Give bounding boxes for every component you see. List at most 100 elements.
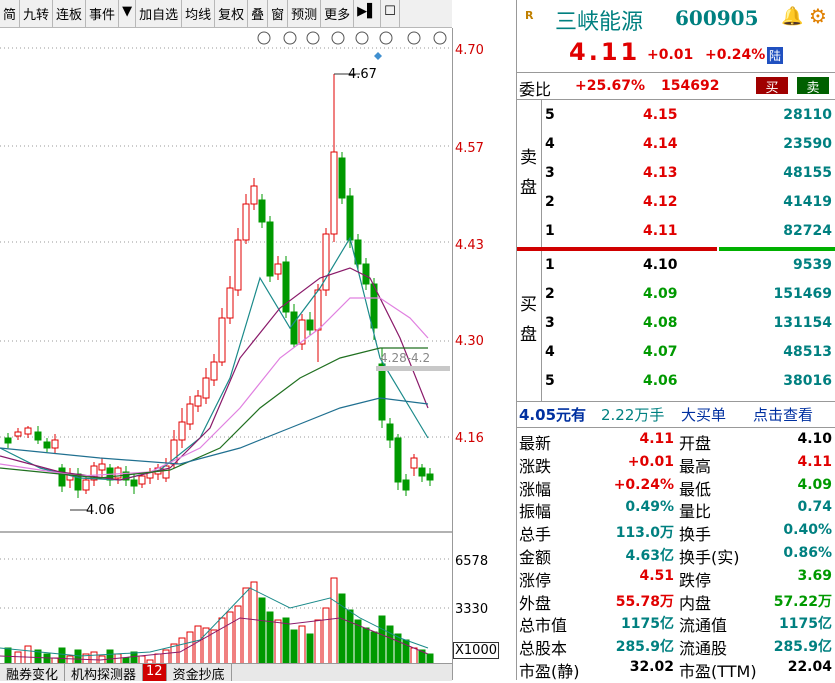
stat-value: 4.10 [797,431,832,447]
plus-circle-icon[interactable] [433,31,447,45]
stat-label: 内盘 [679,593,712,613]
bottom-tab[interactable]: 资金抄底 [167,664,232,683]
bottom-tabs: 融券变化 机构探测器 12 资金抄底 [0,663,452,683]
toolbar-item[interactable]: 预测 [288,0,322,27]
weibi-pct: +25.67% [575,78,646,94]
order-book-row[interactable]: 3 4.13 48155 [517,162,835,187]
stat-label: 市盈(TTM) [679,662,757,681]
stat-label: 流通值 [679,616,728,636]
candle [130,479,138,487]
stat-label: 涨跌 [519,456,552,476]
stock-name: 三峡能源 [555,10,644,35]
stat-label: 跌停 [679,570,712,590]
view-big-order-link[interactable]: 点击查看 [753,404,813,425]
level-price: 4.12 [643,194,678,210]
candle [258,199,266,223]
stat-row: 振幅 0.49% 量比 0.74 [517,498,835,523]
toolbar-item[interactable]: 叠 [248,0,269,27]
candle [306,319,314,331]
toolbar-item[interactable]: ▶▌ [354,0,382,27]
level-volume: 28110 [783,107,832,123]
eye-icon[interactable] [257,31,271,45]
bottom-tab[interactable]: 机构探测器 [65,664,144,683]
stat-value: 4.11 [797,453,832,470]
hand-icon[interactable] [283,31,297,45]
undo-icon[interactable] [331,31,345,45]
toolbar-item[interactable]: 九转 [20,0,54,27]
bottom-tab[interactable]: 12 [143,664,167,681]
spread-bar-red [517,247,717,251]
order-book-row[interactable]: 5 4.15 28110 [517,104,835,129]
order-book-row[interactable]: 5 4.06 38016 [517,370,835,395]
candle [226,287,234,319]
toolbar-item[interactable]: 窗 [268,0,289,27]
toolbar-item[interactable]: 简 [0,0,21,27]
stat-value: 0.49% [625,499,674,516]
order-book-row[interactable]: 4 4.14 23590 [517,133,835,158]
quote-header: R 三峡能源 600905 🔔 ⚙ 4.11 +0.01 +0.24% 陆 [517,0,835,72]
minus-circle-icon[interactable] [407,31,421,45]
toolbar-item[interactable]: ☐ [381,0,400,27]
big-order-price: 4.05元有 [519,406,587,424]
chart-toolbar: 简九转 连板 事件 ▼ 加自选 均线 复权叠窗预测 更多 ▶▌ ☐ [0,0,452,28]
candle [330,151,338,235]
weibi-row: 委比 +25.67% 154692 买 卖 [517,74,835,99]
candle [202,377,210,399]
scissors-icon[interactable] [355,31,369,45]
sell-button[interactable]: 卖 [797,77,829,96]
lock-icon[interactable] [379,31,393,45]
stat-row: 涨幅 +0.24% 最低 4.09 [517,476,835,501]
stat-value: 4.51 [639,567,674,584]
stat-value: 57.22万 [773,593,832,610]
toolbar-item[interactable]: 事件 [86,0,120,27]
candle [274,263,282,275]
level-volume: 82724 [783,223,832,239]
bell-icon[interactable]: 🔔 [781,6,803,27]
candle [43,441,51,449]
stat-label: 最高 [679,456,712,476]
kline-chart[interactable]: 4.28-4.2 4.67 4.06 [0,28,452,680]
level: 4 [545,136,555,152]
volume-tick-label: 6578 [455,554,489,569]
order-book-row[interactable]: 2 4.12 41419 [517,191,835,216]
candle [24,427,32,435]
buy-button[interactable]: 买 [756,77,788,96]
play-icon[interactable] [306,31,320,45]
order-book-row[interactable]: 1 4.10 9539 [517,254,835,279]
gear-icon[interactable]: ⚙ [809,4,827,28]
big-order-row[interactable]: 4.05元有 2.22万手 大买单 点击查看 [517,402,835,427]
stat-row: 市盈(静) 32.02 市盈(TTM) 22.04 [517,658,835,683]
stat-label: 涨停 [519,570,552,590]
stat-label: 总手 [519,525,552,545]
weibi-label: 委比 [519,80,552,99]
order-book-row[interactable]: 4 4.07 48513 [517,341,835,366]
level: 3 [545,315,555,331]
order-book-row[interactable]: 2 4.09 151469 [517,283,835,308]
toolbar-item[interactable]: ▼ [119,0,137,27]
candle [386,423,394,441]
stat-value: 0.74 [797,499,832,516]
candle [362,263,370,285]
toolbar-item[interactable]: 连板 [53,0,87,27]
order-book-row[interactable]: 3 4.08 131154 [517,312,835,337]
price-axis: 4.70 4.57 4.43 4.30 4.16 6578 3330 X1000 [452,28,516,680]
stat-label: 振幅 [519,502,552,522]
volume-unit: X1000 [453,642,499,659]
stat-value: 285.9亿 [615,639,674,656]
stat-value: 32.02 [629,659,674,675]
level-volume: 23590 [783,136,832,152]
toolbar-item[interactable]: 均线 [182,0,216,27]
level: 1 [545,257,555,273]
big-order-amount: 2.22万手 [601,406,665,424]
spread-bar-green [719,247,835,251]
order-book-row[interactable]: 1 4.11 82724 [517,220,835,245]
bottom-tab[interactable]: 融券变化 [0,664,66,683]
stat-label: 最低 [679,479,712,499]
toolbar-item[interactable]: 复权 [215,0,249,27]
toolbar-item[interactable]: 更多 [321,0,355,27]
level-volume: 38016 [783,373,832,389]
last-price: 4.11 [569,38,641,66]
candle [266,221,274,277]
candle [51,439,59,449]
toolbar-item[interactable]: 加自选 [136,0,183,27]
